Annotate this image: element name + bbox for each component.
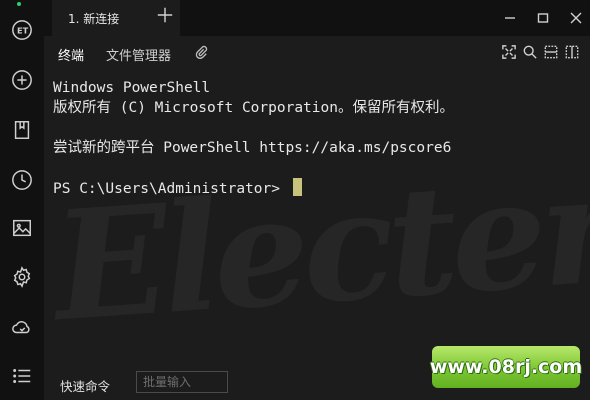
fullscreen-icon[interactable] [502, 45, 518, 61]
maximize-icon[interactable] [533, 8, 553, 28]
quick-command-button[interactable]: 快速命令 [60, 376, 110, 395]
add-connection-icon[interactable] [8, 66, 36, 94]
tab-bar: 1. 新连接 [44, 0, 590, 36]
sub-toolbar: 终端 文件管理器 [44, 36, 590, 72]
split-horizontal-icon[interactable] [544, 45, 560, 61]
prompt-text: PS C:\Users\Administrator> [53, 181, 289, 197]
tab-label: 1. 新连接 [68, 11, 120, 26]
batch-input-field[interactable] [136, 371, 228, 393]
image-icon[interactable] [8, 214, 36, 242]
menu-list-icon[interactable] [8, 362, 36, 390]
tab-terminal[interactable]: 终端 [58, 45, 84, 72]
text-cursor [292, 178, 302, 196]
split-vertical-icon[interactable] [565, 45, 581, 61]
close-window-icon[interactable] [566, 8, 586, 28]
terminal-lines: Windows PowerShell 版权所有 (C) Microsoft Cor… [53, 78, 454, 199]
paperclip-icon[interactable] [194, 45, 210, 61]
settings-gear-icon[interactable] [8, 263, 36, 291]
app-logo-icon[interactable]: ET [8, 16, 36, 44]
terminal-line: 版权所有 (C) Microsoft Corporation。保留所有权利。 [53, 100, 454, 116]
add-tab-icon[interactable] [156, 6, 176, 26]
cloud-sync-icon[interactable] [8, 313, 36, 341]
terminal-line: 尝试新的跨平台 PowerShell https://aka.ms/pscore… [53, 140, 452, 156]
sidebar: ET [0, 0, 44, 400]
tab-file-manager[interactable]: 文件管理器 [106, 45, 171, 64]
search-icon[interactable] [523, 45, 539, 61]
tab-new-connection[interactable]: 1. 新连接 [52, 0, 180, 36]
svg-text:ET: ET [17, 26, 29, 36]
prompt-line: PS C:\Users\Administrator> [53, 178, 454, 199]
bookmark-icon[interactable] [8, 116, 36, 144]
history-icon[interactable] [8, 166, 36, 194]
terminal-output[interactable]: Electer Windows PowerShell 版权所有 (C) Micro… [44, 70, 590, 360]
site-watermark-badge: www.08rj.com [430, 346, 582, 388]
minimize-icon[interactable] [500, 8, 520, 28]
terminal-line: Windows PowerShell [53, 80, 211, 96]
status-dot [17, 2, 21, 6]
